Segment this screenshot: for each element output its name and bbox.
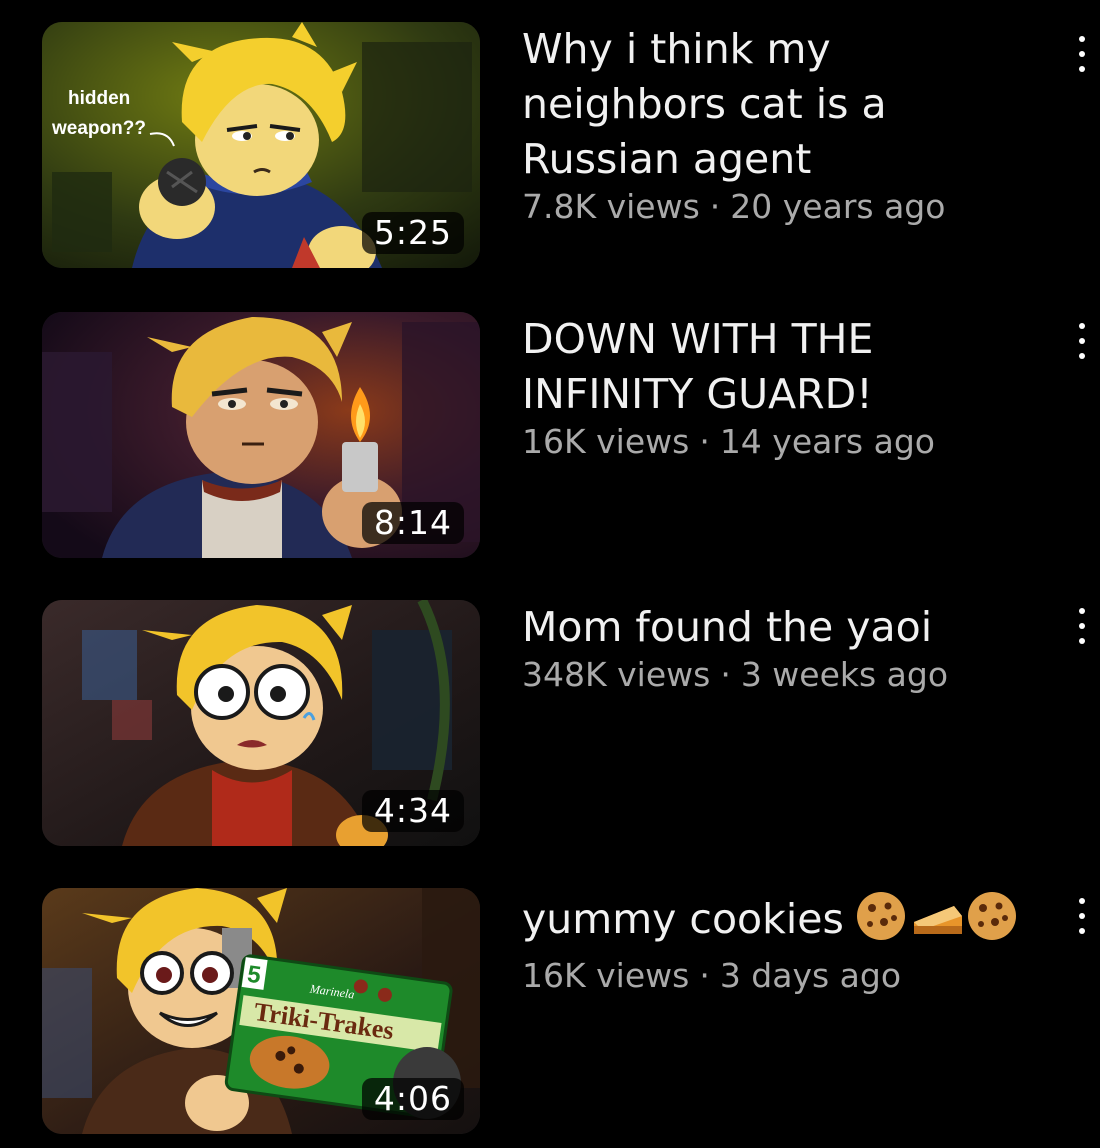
title-emojis	[854, 888, 1020, 956]
video-meta: Why i think my neighbors cat is a Russia…	[522, 22, 1042, 227]
view-count: 16K views	[522, 422, 690, 461]
video-stats: 16K views · 3 days ago	[522, 956, 1042, 996]
video-meta: Mom found the yaoi 348K views · 3 weeks ag…	[522, 600, 1042, 695]
video-item[interactable]: 8:14 DOWN WITH THE INFINITY GUARD! 16K v…	[0, 312, 1100, 562]
cookie-emoji	[856, 892, 905, 940]
video-stats: 7.8K views · 20 years ago	[522, 187, 1042, 227]
pie-emoji	[913, 906, 962, 934]
video-list: hidden weapon?? 5:25 Why i think my neig…	[0, 0, 1100, 1148]
video-title[interactable]: yummy cookies	[522, 888, 1042, 956]
video-thumbnail[interactable]: hidden weapon?? 5:25	[42, 22, 480, 268]
video-title-text: yummy cookies	[522, 895, 844, 943]
upload-age: 3 weeks ago	[740, 655, 949, 694]
video-thumbnail[interactable]: 8:14	[42, 312, 480, 558]
duration-badge: 4:34	[361, 790, 464, 832]
separator: ·	[699, 956, 710, 995]
separator: ·	[709, 187, 721, 226]
video-stats: 16K views · 14 years ago	[522, 422, 1042, 462]
video-title[interactable]: Why i think my neighbors cat is a Russia…	[522, 22, 1042, 187]
thumbnail-caption: weapon??	[51, 118, 146, 139]
cookie-emoji	[967, 892, 1016, 940]
view-count: 16K views	[522, 956, 690, 995]
video-item[interactable]: hidden weapon?? 5:25 Why i think my neig…	[0, 22, 1100, 272]
thumbnail-caption: hidden	[68, 88, 130, 109]
upload-age: 14 years ago	[719, 422, 935, 461]
view-count: 348K views	[522, 655, 711, 694]
separator: ·	[699, 422, 710, 461]
video-stats: 348K views · 3 weeks ago	[522, 655, 1042, 695]
duration-badge: 5:25	[361, 212, 464, 254]
upload-age: 20 years ago	[730, 187, 946, 226]
duration-badge: 8:14	[361, 502, 464, 544]
video-title[interactable]: Mom found the yaoi	[522, 600, 1042, 655]
more-vert-icon[interactable]	[1066, 30, 1098, 78]
duration-badge: 4:06	[361, 1078, 464, 1120]
video-thumbnail[interactable]: 4:34	[42, 600, 480, 846]
video-meta: DOWN WITH THE INFINITY GUARD! 16K views ·…	[522, 312, 1042, 462]
more-vert-icon[interactable]	[1066, 317, 1098, 365]
video-thumbnail[interactable]: Triki-Trakes Marinela 5 4:06	[42, 888, 480, 1134]
video-item[interactable]: Triki-Trakes Marinela 5 4:06 yummy cooki…	[0, 888, 1100, 1138]
separator: ·	[720, 655, 731, 694]
video-title[interactable]: DOWN WITH THE INFINITY GUARD!	[522, 312, 1042, 422]
video-item[interactable]: 4:34 Mom found the yaoi 348K views · 3 wee…	[0, 600, 1100, 850]
view-count: 7.8K views	[522, 187, 700, 226]
video-meta: yummy cookies 16K views · 3 days ago	[522, 888, 1042, 996]
more-vert-icon[interactable]	[1066, 602, 1098, 650]
upload-age: 3 days ago	[719, 956, 902, 995]
more-vert-icon[interactable]	[1066, 892, 1098, 940]
